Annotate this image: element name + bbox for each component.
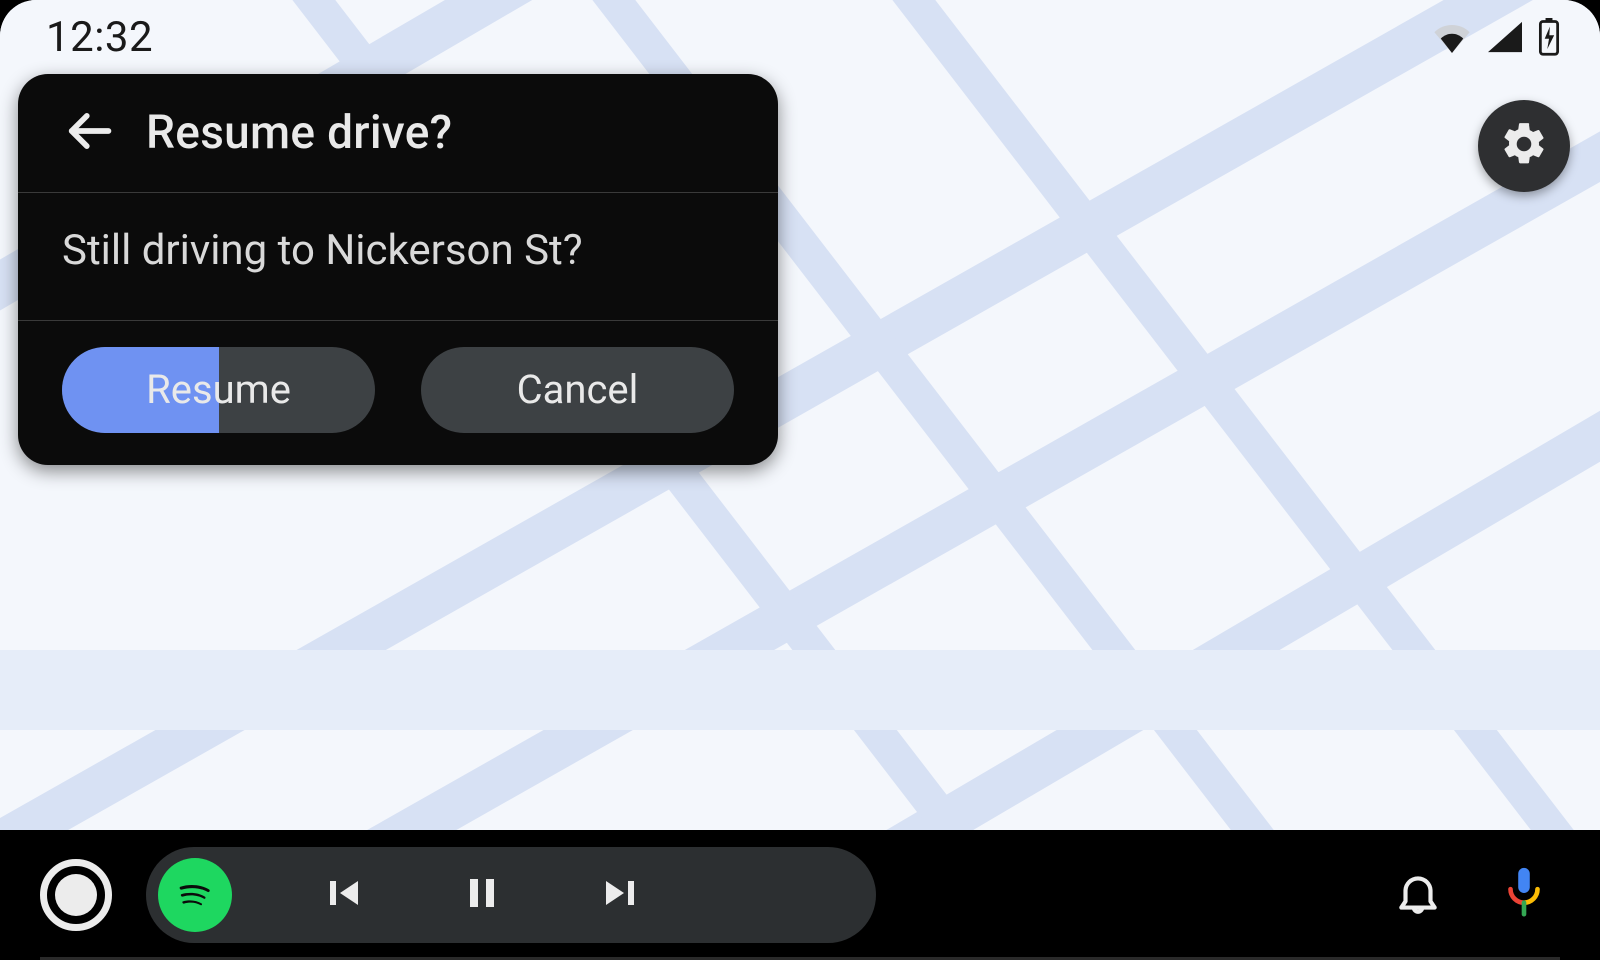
gear-icon xyxy=(1499,119,1549,173)
spotify-icon xyxy=(168,866,222,924)
media-app-button[interactable] xyxy=(158,858,232,932)
back-button[interactable] xyxy=(60,104,118,162)
launcher-button[interactable] xyxy=(40,859,112,931)
car-head-unit-screen: 12:32 xyxy=(0,0,1600,960)
dialog-actions: Resume Cancel xyxy=(18,321,778,465)
dialog-body-text: Still driving to Nickerson St? xyxy=(18,193,778,321)
battery-charging-icon xyxy=(1538,18,1560,56)
bell-icon xyxy=(1393,868,1443,922)
cancel-button-label: Cancel xyxy=(517,366,639,413)
media-controls-cluster xyxy=(146,847,876,943)
previous-track-button[interactable] xyxy=(312,869,372,921)
skip-previous-icon xyxy=(318,869,366,921)
dialog-header: Resume drive? xyxy=(18,74,778,193)
status-time: 12:32 xyxy=(46,13,153,62)
cancel-button[interactable]: Cancel xyxy=(421,347,734,433)
map-settings-button[interactable] xyxy=(1478,100,1570,192)
resume-drive-dialog: Resume drive? Still driving to Nickerson… xyxy=(18,74,778,465)
status-bar: 12:32 xyxy=(0,10,1600,64)
play-pause-button[interactable] xyxy=(452,869,512,921)
status-indicators xyxy=(1432,18,1560,56)
next-track-button[interactable] xyxy=(592,869,652,921)
cell-signal-icon xyxy=(1486,20,1524,54)
pause-icon xyxy=(458,869,506,921)
skip-next-icon xyxy=(598,869,646,921)
resume-button-label: Resume xyxy=(146,366,291,413)
notifications-button[interactable] xyxy=(1382,859,1454,931)
dialog-title: Resume drive? xyxy=(146,106,452,160)
system-nav-bar xyxy=(0,830,1600,960)
wifi-icon xyxy=(1432,21,1472,53)
resume-button[interactable]: Resume xyxy=(62,347,375,433)
voice-assistant-button[interactable] xyxy=(1488,859,1560,931)
arrow-left-icon xyxy=(63,105,115,161)
mic-assistant-icon xyxy=(1500,866,1548,924)
